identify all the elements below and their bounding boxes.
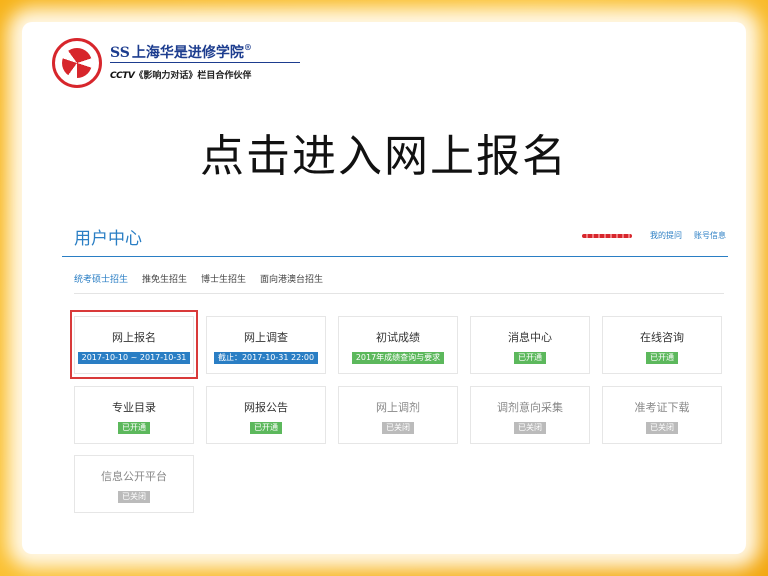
card-online-registration[interactable]: 网上报名 2017-10-10 ~ 2017-10-31 [74,316,194,374]
card-exam-scores[interactable]: 初试成绩 2017年成绩查询与要求 [338,316,458,374]
status-badge: 已开通 [514,352,546,364]
status-badge: 2017-10-10 ~ 2017-10-31 [77,352,191,364]
card-title: 信息公开平台 [101,470,167,483]
card-title: 消息中心 [508,331,552,344]
school-logo: SS 上海华是进修学院® CCTV《影响力对话》栏目合作伙伴 [52,38,300,90]
tabs-divider [74,293,724,294]
cctv-mark: CCTV [110,71,135,81]
card-transfer-intent[interactable]: 调剂意向采集 已关闭 [470,386,590,444]
status-badge: 已关闭 [118,491,150,503]
card-title: 网报公告 [244,401,288,414]
logo-divider [110,62,300,63]
card-title: 在线咨询 [640,331,684,344]
card-title: 调剂意向采集 [497,401,563,414]
card-title: 网上调查 [244,331,288,344]
tab-unified-master[interactable]: 统考硕士招生 [74,272,128,291]
status-badge: 已关闭 [646,422,678,434]
status-badge: 截止：2017-10-31 22:00 [213,352,319,364]
masked-username [582,233,632,238]
card-title: 专业目录 [112,401,156,414]
account-info-link[interactable]: 账号信息 [694,230,726,241]
page-headline: 点击进入网上报名 [200,131,568,182]
card-title: 网上报名 [112,331,156,344]
card-major-catalog[interactable]: 专业目录 已开通 [74,386,194,444]
card-online-survey[interactable]: 网上调查 截止：2017-10-31 22:00 [206,316,326,374]
header-divider [62,256,728,257]
card-online-transfer[interactable]: 网上调剂 已关闭 [338,386,458,444]
status-badge: 已关闭 [382,422,414,434]
card-title: 准考证下载 [634,401,690,414]
partner-text: 《影响力对话》栏目合作伙伴 [134,71,252,81]
my-questions-link[interactable]: 我的提问 [650,230,682,241]
card-registration-notice[interactable]: 网报公告 已开通 [206,386,326,444]
school-title: 上海华是进修学院 [131,45,244,61]
status-badge: 已开通 [118,422,150,434]
school-name: SS 上海华是进修学院® [110,42,252,62]
partner-line: CCTV《影响力对话》栏目合作伙伴 [110,68,251,81]
tab-doctoral[interactable]: 博士生招生 [201,272,246,291]
registered-mark: ® [243,42,252,52]
emblem-icon [52,38,102,88]
enrollment-tabs: 统考硕士招生 推免生招生 博士生招生 面向港澳台招生 [74,272,323,291]
card-title: 网上调剂 [376,401,420,414]
status-badge: 2017年成绩查询与要求 [351,352,445,364]
tab-hk-macao-taiwan[interactable]: 面向港澳台招生 [260,272,323,291]
ss-mark: SS [110,45,130,61]
card-admission-ticket[interactable]: 准考证下载 已关闭 [602,386,722,444]
card-message-center[interactable]: 消息中心 已开通 [470,316,590,374]
user-center-title: 用户中心 [74,229,142,249]
card-title: 初试成绩 [376,331,420,344]
user-links: 我的提问 账号信息 [582,230,726,241]
card-online-consult[interactable]: 在线咨询 已开通 [602,316,722,374]
card-info-disclosure[interactable]: 信息公开平台 已关闭 [74,455,194,513]
tab-recommended[interactable]: 推免生招生 [142,272,187,291]
status-badge: 已开通 [250,422,282,434]
status-badge: 已关闭 [514,422,546,434]
status-badge: 已开通 [646,352,678,364]
